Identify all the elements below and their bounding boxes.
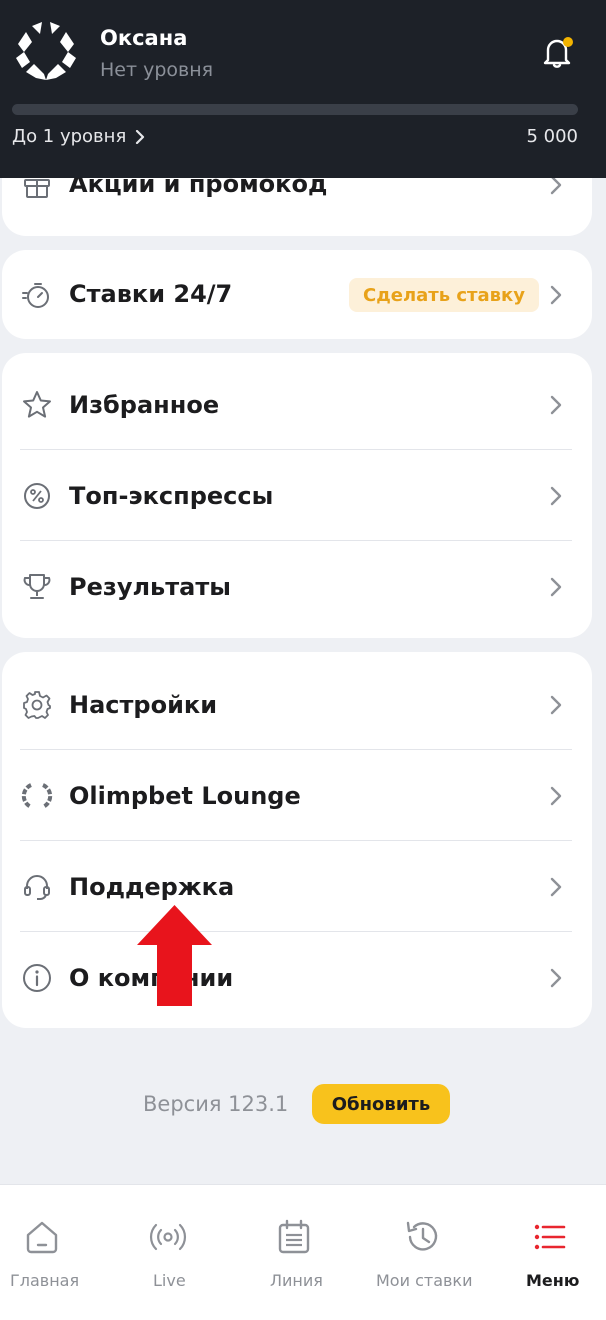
chevron-right-icon (550, 877, 562, 896)
menu-item-label: Топ-экспрессы (69, 481, 274, 510)
update-button[interactable]: Обновить (312, 1084, 450, 1124)
gear-icon (20, 688, 54, 722)
nav-menu[interactable]: Меню (486, 1185, 606, 1320)
menu-item-top-express[interactable]: Топ-экспрессы (2, 450, 592, 541)
menu-item-label: Настройки (69, 690, 218, 719)
chevron-right-icon (136, 129, 145, 144)
nav-my-bets[interactable]: Мои ставки (360, 1185, 480, 1320)
nav-live[interactable]: Live (120, 1185, 240, 1320)
make-bet-badge[interactable]: Сделать ставку (349, 278, 539, 312)
menu-item-bets-247[interactable]: Ставки 24/7 Сделать ставку (2, 250, 592, 339)
menu-item-favorites[interactable]: Избранное (2, 359, 592, 450)
chevron-right-icon (550, 695, 562, 714)
red-arrow-annotation-icon (137, 905, 212, 1006)
nav-label: Мои ставки (376, 1271, 473, 1290)
menu-item-label: Избранное (69, 390, 220, 419)
nav-label: Меню (526, 1271, 580, 1290)
calendar-icon (278, 1219, 310, 1254)
menu-list-icon (534, 1224, 566, 1250)
menu-item-support[interactable]: Поддержка (2, 841, 592, 932)
nav-home[interactable]: Главная (0, 1185, 120, 1320)
chevron-right-icon (550, 486, 562, 505)
history-icon (406, 1221, 438, 1251)
info-icon (20, 961, 54, 995)
menu-item-label: Olimpbet Lounge (69, 781, 301, 810)
headset-icon (20, 870, 54, 904)
bottom-navigation: Главная Live Линия Мои ставки Меню (0, 1184, 606, 1320)
menu-group-settings: Настройки Olimpbet Lounge Поддержка О ко… (2, 652, 592, 1028)
menu-item-label: Ставки 24/7 (69, 280, 233, 308)
notification-bell-icon[interactable] (540, 34, 574, 70)
menu-group-content: Избранное Топ-экспрессы Результаты (2, 353, 592, 638)
nav-label: Live (153, 1271, 186, 1290)
menu-item-results[interactable]: Результаты (2, 541, 592, 632)
profile-header: Оксана Нет уровня До 1 уровня 5 000 (0, 0, 606, 178)
menu-item-label: Поддержка (69, 872, 235, 901)
chevron-right-icon (550, 968, 562, 987)
percent-badge-icon (20, 479, 54, 513)
notification-dot (563, 37, 573, 47)
next-level-link[interactable]: До 1 уровня (12, 126, 146, 147)
next-level-label: До 1 уровня (12, 126, 127, 147)
chevron-right-icon (550, 786, 562, 805)
user-level: Нет уровня (100, 59, 214, 81)
nav-line[interactable]: Линия (240, 1185, 360, 1320)
olimpbet-logo-icon (16, 22, 76, 80)
lounge-laurel-icon (20, 779, 54, 813)
star-icon (20, 388, 54, 422)
bets-247-card: Ставки 24/7 Сделать ставку (2, 250, 592, 339)
user-name: Оксана (100, 26, 188, 50)
level-points-value: 5 000 (526, 126, 578, 147)
chevron-right-icon (550, 395, 562, 414)
chevron-right-icon (550, 285, 562, 305)
level-progress-bar (12, 104, 578, 115)
broadcast-icon (149, 1223, 187, 1251)
app-version: Версия 123.1 (143, 1092, 289, 1116)
menu-item-olimpbet-lounge[interactable]: Olimpbet Lounge (2, 750, 592, 841)
home-icon (26, 1221, 58, 1254)
stopwatch-icon (20, 278, 54, 312)
trophy-icon (20, 570, 54, 604)
menu-item-about[interactable]: О компании (2, 932, 592, 1023)
chevron-right-icon (550, 577, 562, 596)
nav-label: Главная (10, 1271, 80, 1290)
nav-label: Линия (270, 1271, 323, 1290)
menu-item-label: Результаты (69, 572, 231, 601)
menu-item-settings[interactable]: Настройки (2, 659, 592, 750)
